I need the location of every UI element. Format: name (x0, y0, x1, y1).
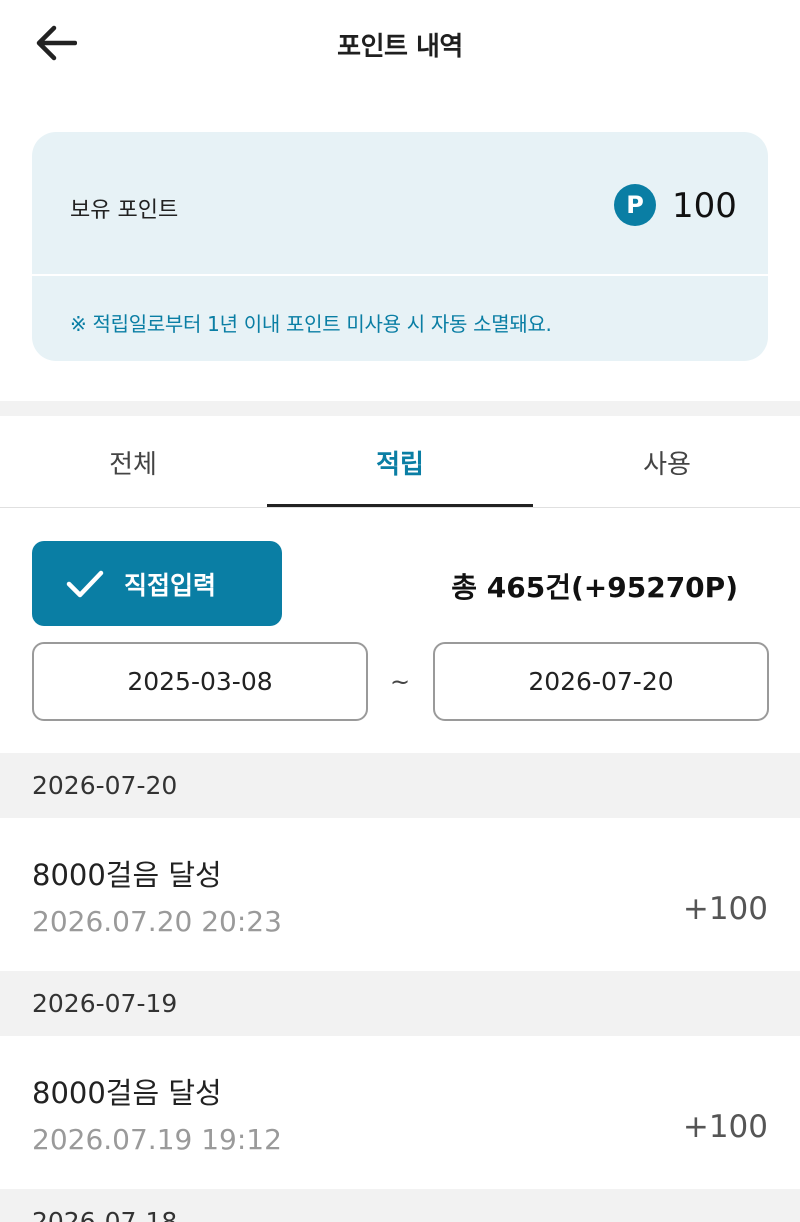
total-count: 총 465건(+95270P) (451, 571, 738, 604)
page-title: 포인트 내역 (337, 32, 463, 62)
item-timestamp: 2026.07.20 20:23 (32, 905, 282, 938)
item-title: 8000걸음 달성 (32, 858, 222, 892)
date-group-header: 2026-07-19 (0, 971, 800, 1036)
point-p-icon: P (614, 184, 656, 226)
tab-used[interactable]: 사용 (534, 416, 800, 508)
tab-earned[interactable]: 적립 (267, 416, 533, 508)
date-range-separator: ~ (389, 668, 411, 696)
point-balance-card: 보유 포인트 P 100 ※ 적립일로부터 1년 이내 포인트 미사용 시 자동… (32, 132, 768, 361)
direct-input-button[interactable]: 직접입력 (32, 541, 282, 626)
item-amount: +100 (682, 891, 768, 927)
start-date-field[interactable]: 2025-03-08 (32, 642, 368, 721)
end-date-field[interactable]: 2026-07-20 (433, 642, 769, 721)
section-divider (0, 401, 800, 416)
app-header: 포인트 내역 (0, 0, 800, 86)
list-item[interactable]: 8000걸음 달성 2026.07.20 20:23 +100 (0, 818, 800, 971)
point-expiry-notice: ※ 적립일로부터 1년 이내 포인트 미사용 시 자동 소멸돼요. (70, 312, 552, 336)
item-title: 8000걸음 달성 (32, 1076, 222, 1110)
item-timestamp: 2026.07.19 19:12 (32, 1123, 282, 1156)
point-balance-label: 보유 포인트 (70, 198, 179, 223)
date-group-header: 2026-07-20 (0, 753, 800, 818)
item-amount: +100 (682, 1109, 768, 1145)
direct-input-label: 직접입력 (124, 570, 217, 600)
active-tab-indicator (267, 504, 533, 507)
point-balance-value: 100 (672, 186, 737, 226)
list-item[interactable]: 8000걸음 달성 2026.07.19 19:12 +100 (0, 1036, 800, 1189)
check-icon (66, 570, 104, 597)
tab-all[interactable]: 전체 (0, 416, 266, 508)
date-group-header: 2026-07-18 (0, 1189, 800, 1222)
point-balance-row: 보유 포인트 P 100 (32, 132, 768, 276)
history-tabs: 전체 적립 사용 (0, 416, 800, 508)
point-history-list: 2026-07-20 8000걸음 달성 2026.07.20 20:23 +1… (0, 753, 800, 1222)
